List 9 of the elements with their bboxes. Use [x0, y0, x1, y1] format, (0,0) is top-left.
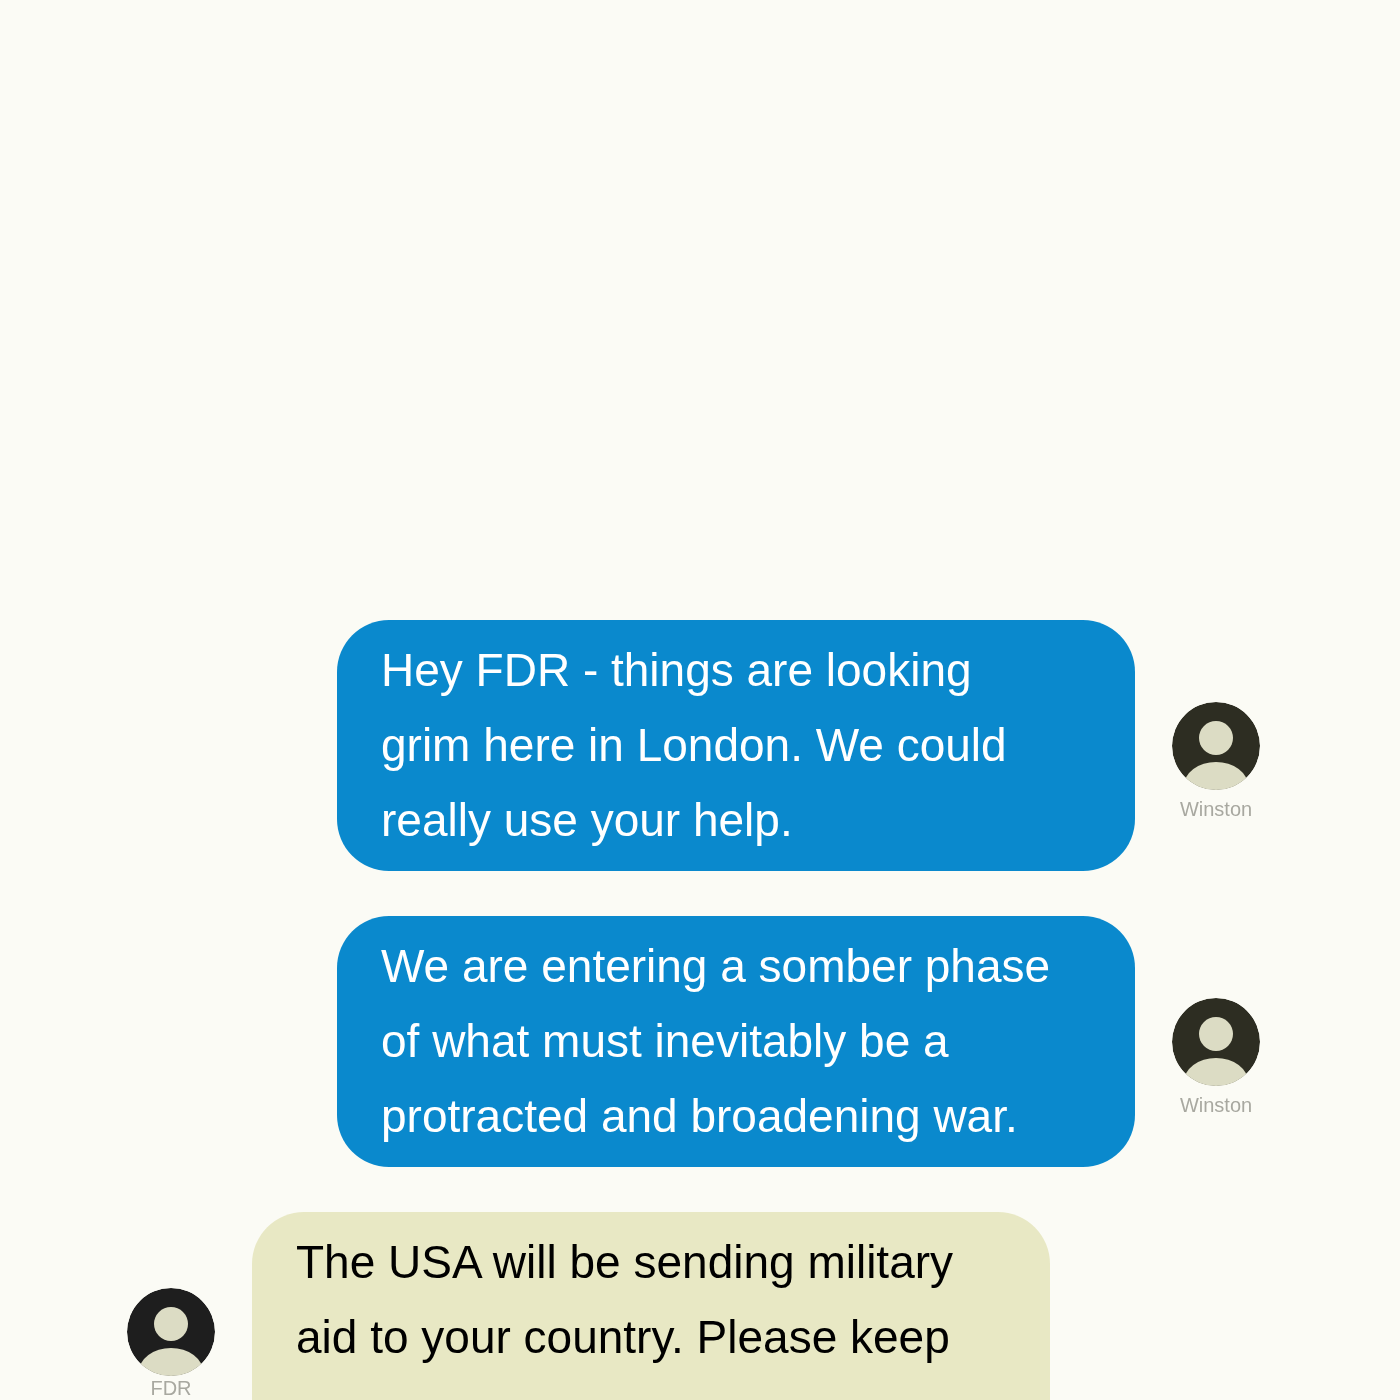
avatar-icon [1172, 701, 1260, 790]
avatar-icon [1172, 997, 1260, 1086]
avatar-icon [127, 1288, 215, 1376]
sender-name: Winston [1179, 797, 1253, 820]
message-bubble: The USA will be sending military aid to your country. Please keep [252, 1212, 1050, 1400]
message-bubble: We are entering a somber phase of what must inevitably be a protracted and broadening war. [337, 916, 1135, 1167]
sender-name: FDR [150, 1378, 192, 1398]
message-bubble: Hey FDR - things are looking grim here in London. We could really use your help. [337, 620, 1135, 871]
sender-name: Winston [1179, 1093, 1253, 1116]
